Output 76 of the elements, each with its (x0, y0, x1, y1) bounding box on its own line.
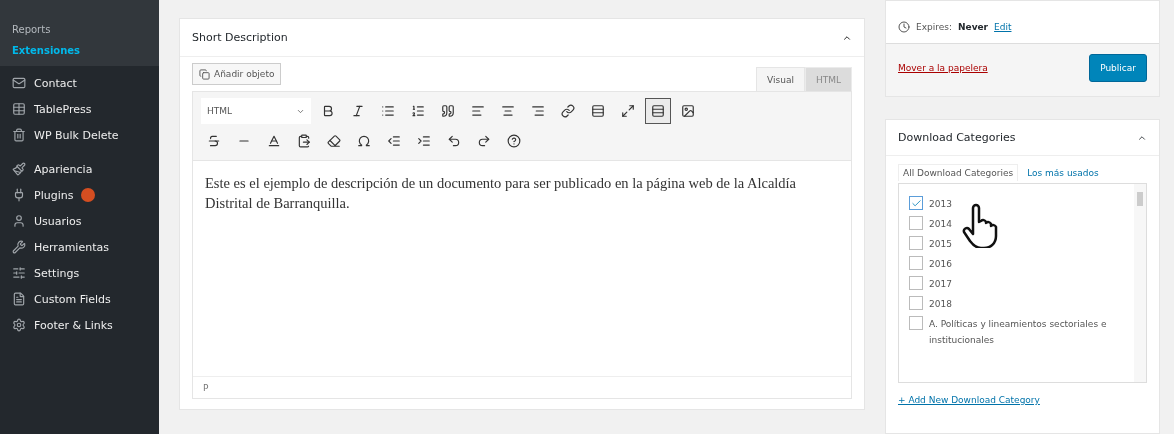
category-tab[interactable]: Los más usados (1022, 164, 1104, 181)
sidebar-item[interactable]: Plugins (0, 182, 159, 208)
bold-icon (321, 104, 335, 118)
link-icon (561, 104, 575, 118)
outdent-icon (387, 134, 401, 148)
element-path: P (203, 382, 209, 393)
add-media-button[interactable]: Añadir objeto (192, 63, 282, 85)
plug-icon (12, 188, 26, 202)
sidebar-item[interactable]: Usuarios (0, 208, 159, 234)
category-label: A. Políticas y lineamientos sectoriales e institucionales (929, 318, 1108, 347)
sidebar-item[interactable]: WP Bulk Delete (0, 122, 159, 148)
fullscreen-icon (621, 104, 635, 118)
clock-icon (898, 21, 910, 33)
box-title: Download Categories (898, 131, 1016, 144)
toolbar-icon (651, 104, 665, 118)
panel-title: Short Description (192, 31, 288, 44)
format-dropdown[interactable]: HTML (201, 98, 311, 124)
quote-icon (441, 104, 455, 118)
category-tab[interactable]: All Download Categories (898, 164, 1019, 181)
italic-icon (351, 104, 365, 118)
scrollbar[interactable] (1134, 184, 1146, 382)
redo-icon (477, 134, 491, 148)
omega-icon (357, 134, 371, 148)
checkbox[interactable] (909, 256, 923, 270)
checkbox[interactable] (909, 216, 923, 230)
editor-text[interactable]: Este es el ejemplo de descripción de un documento para ser publicado en la página web de la Alcaldía Distrital de Barranquilla. (193, 161, 851, 376)
paste-icon (297, 134, 311, 148)
editor-tab[interactable]: Visual (756, 67, 805, 91)
sidebar-item[interactable]: Apariencia (0, 156, 159, 182)
expires-value: Never (958, 22, 989, 32)
user-icon (12, 214, 26, 228)
numbers-icon (411, 104, 425, 118)
align-left-icon (471, 104, 485, 118)
color-icon (267, 134, 281, 148)
checkbox[interactable] (909, 316, 923, 330)
add-category-link[interactable]: + Add New Download Category (898, 395, 1147, 405)
checkbox[interactable] (909, 276, 923, 290)
brush-icon (12, 162, 26, 176)
sidebar-item[interactable]: Settings (0, 260, 159, 286)
sidebar-item[interactable]: Herramientas (0, 234, 159, 260)
check-icon (910, 197, 922, 209)
submenu-item[interactable]: Reports (0, 22, 159, 37)
category-label: 2017 (929, 278, 952, 291)
expires-label: Expires: (916, 22, 952, 32)
checkbox[interactable] (909, 236, 923, 250)
category-label: 2015 (929, 238, 952, 251)
trash-icon (12, 128, 26, 142)
settings-icon (12, 266, 26, 280)
align-right-icon (531, 104, 545, 118)
wrench-icon (12, 240, 26, 254)
edit-link[interactable]: Edit (994, 22, 1012, 32)
more-icon (591, 104, 605, 118)
sidebar-item[interactable]: Footer & Links (0, 312, 159, 338)
checkbox[interactable] (909, 296, 923, 310)
bullets-icon (381, 104, 395, 118)
strike-icon (207, 134, 221, 148)
sidebar-item[interactable]: TablePress (0, 96, 159, 122)
indent-icon (417, 134, 431, 148)
undo-icon (447, 134, 461, 148)
gear-icon (12, 318, 26, 332)
category-label: 2014 (929, 218, 952, 231)
checkbox[interactable] (909, 196, 923, 210)
toolbar-button[interactable] (645, 98, 671, 124)
table-icon (12, 102, 26, 116)
help-icon (507, 134, 521, 148)
align-center-icon (501, 104, 515, 118)
category-label: 2013 (929, 198, 952, 211)
trash-link[interactable]: Mover a la papelera (898, 63, 988, 73)
publish-button[interactable]: Publicar (1089, 54, 1147, 82)
sidebar-item[interactable]: Custom Fields (0, 286, 159, 312)
submenu-item[interactable]: Extensiones (0, 43, 159, 58)
eraser-icon (327, 134, 341, 148)
mail-icon (12, 76, 26, 90)
sidebar-item[interactable]: Contact (0, 70, 159, 96)
category-label: 2016 (929, 258, 952, 271)
category-label: 2018 (929, 298, 952, 311)
